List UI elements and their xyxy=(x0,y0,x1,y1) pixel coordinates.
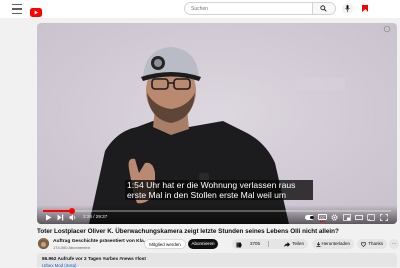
settings-gear-icon[interactable] xyxy=(331,214,338,221)
youtube-app-icon[interactable] xyxy=(360,4,369,13)
voice-search-button[interactable] xyxy=(342,3,353,14)
thanks-button[interactable]: Thanks xyxy=(357,239,387,249)
subscriber-count: 174.000 Abonnenten xyxy=(53,245,90,250)
join-membership-button[interactable]: Mitglied werden xyxy=(144,239,186,249)
subtitles-button[interactable]: CC xyxy=(318,214,327,222)
view-count-and-date: 86.962 Aufrufe vor 2 Tagen #urbex #news … xyxy=(42,256,146,261)
search-icon xyxy=(320,5,327,12)
microphone-icon xyxy=(345,5,350,12)
download-icon xyxy=(316,241,321,247)
share-label: Teilen xyxy=(292,241,304,246)
thumbs-down-icon[interactable] xyxy=(236,242,242,248)
share-button[interactable]: Teilen xyxy=(280,239,308,249)
search-box xyxy=(184,2,336,15)
description-hashtags[interactable]: Urbex Mod (Insta) xyxy=(42,263,76,268)
subtitle-line-1: 1:54 Uhr hat er die Wohnung verlassen ra… xyxy=(125,180,313,190)
progress-bar[interactable] xyxy=(43,208,391,214)
play-icon[interactable] xyxy=(45,214,52,221)
cast-icon[interactable] xyxy=(367,214,375,221)
fullscreen-icon[interactable] xyxy=(380,214,388,221)
download-button[interactable]: Herunterladen xyxy=(312,239,354,249)
search-button[interactable] xyxy=(312,3,335,14)
video-title: Toter Lostplacer Oliver K. Überwachungsk… xyxy=(37,228,339,235)
channel-avatar[interactable] xyxy=(38,238,49,249)
theater-mode-icon[interactable] xyxy=(355,214,363,221)
more-actions-button[interactable]: ··· xyxy=(389,239,399,249)
description-box[interactable]: 86.962 Aufrufe vor 2 Tagen #urbex #news … xyxy=(37,253,397,268)
progress-fill xyxy=(43,210,72,212)
thanks-heart-icon xyxy=(361,241,366,247)
subtitle-line-2: erste Mal in den Stollen erste Mal weil … xyxy=(125,190,313,200)
share-icon xyxy=(284,241,290,247)
channel-name[interactable]: Auftrag Geschichte präsentiert von Kla..… xyxy=(53,239,148,244)
like-divider xyxy=(268,241,269,247)
like-count: 3705 xyxy=(250,241,261,246)
video-player[interactable]: 1:54 Uhr hat er die Wohnung verlassen ra… xyxy=(37,23,397,224)
thanks-label: Thanks xyxy=(368,241,383,246)
time-display: 2:28 / 29:37 xyxy=(83,214,108,219)
hamburger-menu-icon[interactable] xyxy=(12,4,22,14)
search-input[interactable] xyxy=(191,3,309,14)
subscribe-button[interactable]: Abonnieren xyxy=(188,239,218,249)
miniplayer-icon[interactable] xyxy=(343,214,351,221)
download-label: Herunterladen xyxy=(321,241,350,246)
youtube-logo-icon[interactable] xyxy=(30,4,42,17)
volume-icon[interactable] xyxy=(69,214,77,221)
autoplay-toggle[interactable] xyxy=(305,215,314,220)
next-icon[interactable] xyxy=(57,214,64,221)
